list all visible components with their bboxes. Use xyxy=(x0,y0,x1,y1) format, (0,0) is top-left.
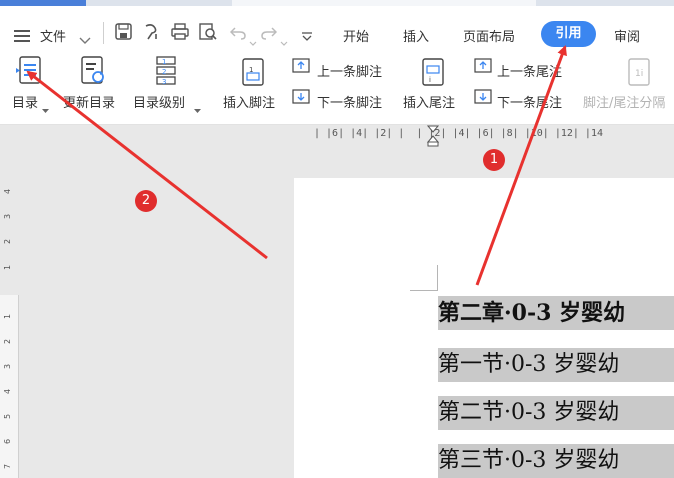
step-badge-2: 2 xyxy=(135,190,157,212)
annotation-arrows xyxy=(26,45,567,286)
arrow-to-toc-button xyxy=(26,70,268,260)
step-badge-1: 1 xyxy=(483,149,505,171)
